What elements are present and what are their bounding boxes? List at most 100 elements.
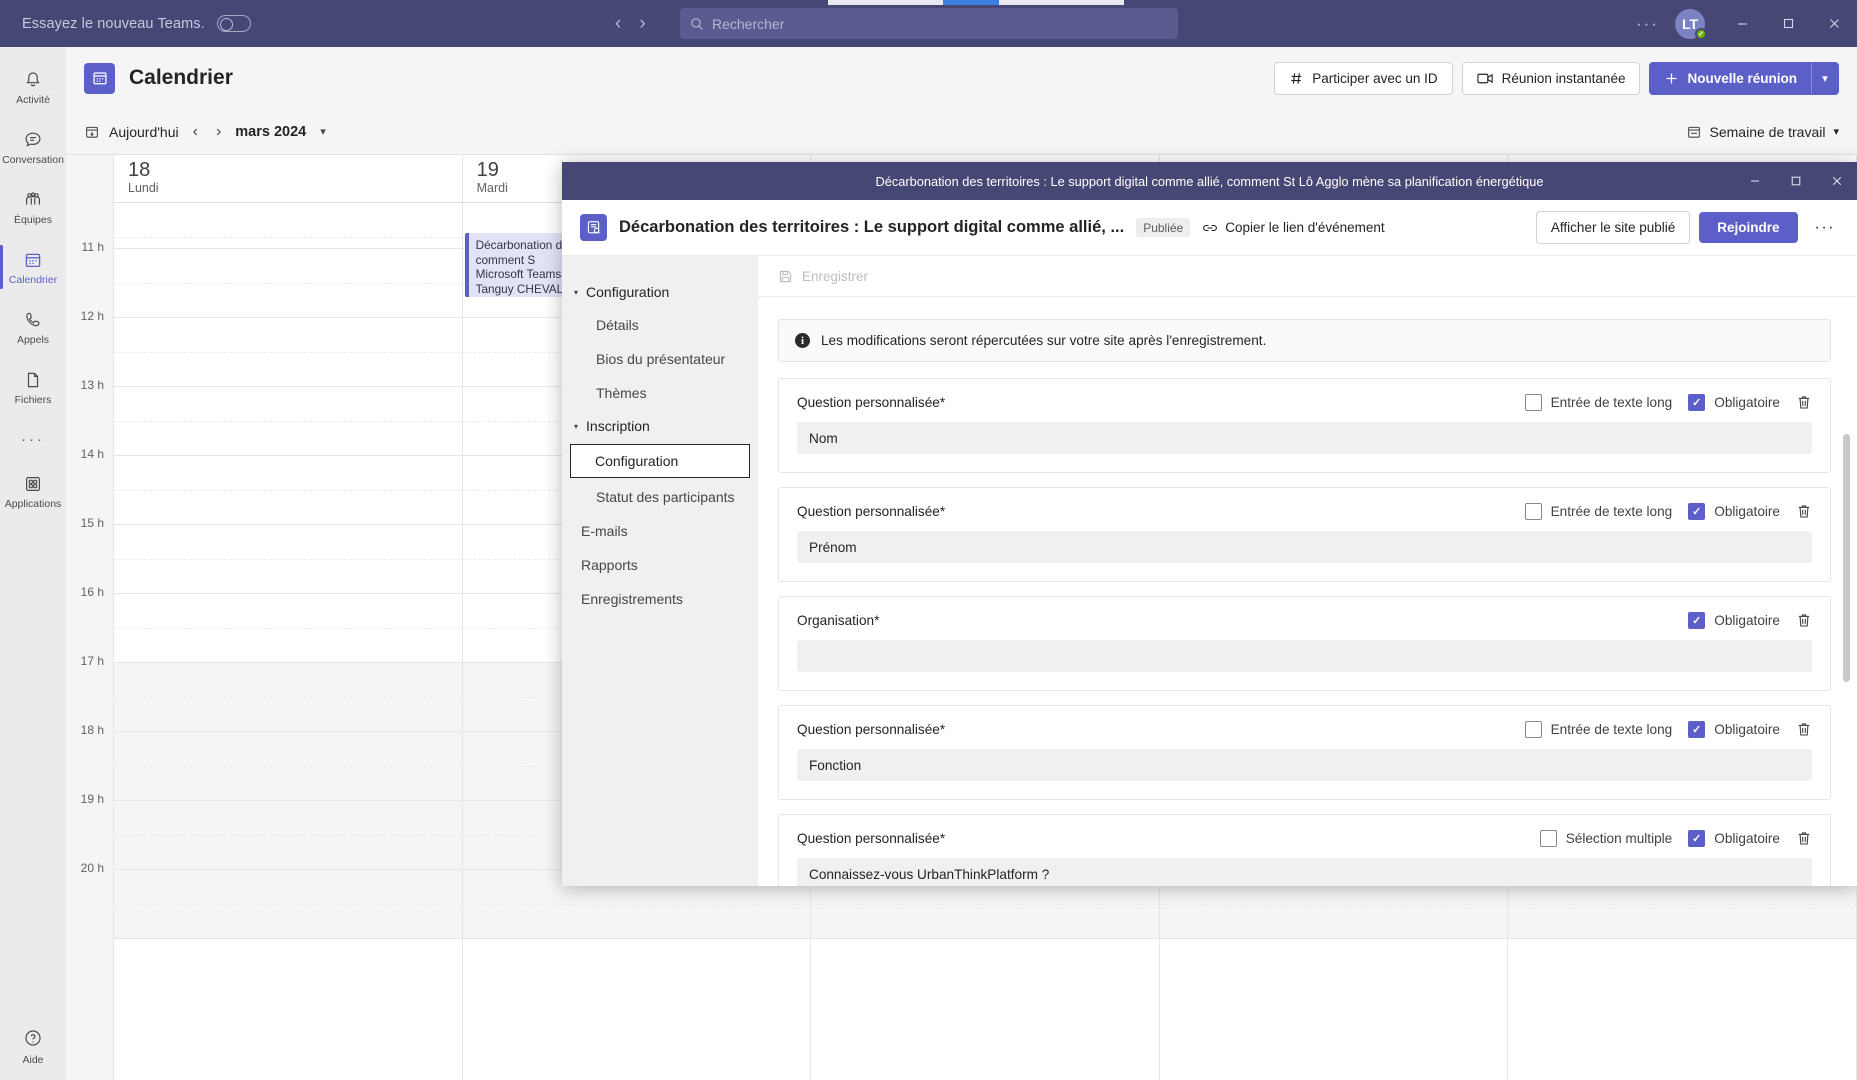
nav-item-details[interactable]: Détails bbox=[562, 308, 758, 342]
delete-question-button[interactable] bbox=[1796, 721, 1812, 738]
forward-icon[interactable]: › bbox=[639, 14, 645, 33]
sidebar-item-conversation[interactable]: Conversation bbox=[0, 117, 66, 177]
required-option[interactable]: ✓ Obligatoire bbox=[1688, 612, 1780, 629]
delete-question-button[interactable] bbox=[1796, 394, 1812, 411]
sidebar-item-label: Calendrier bbox=[9, 274, 57, 286]
required-option[interactable]: ✓ Obligatoire bbox=[1688, 830, 1780, 847]
registration-form-scroll[interactable]: i Les modifications seront répercutées s… bbox=[758, 297, 1857, 886]
nav-item-presenter-bios[interactable]: Bios du présentateur bbox=[562, 342, 758, 376]
checkbox-unchecked[interactable] bbox=[1525, 394, 1542, 411]
question-options: Entrée de texte long ✓ Obligatoire bbox=[1525, 394, 1812, 411]
long-text-option[interactable]: Entrée de texte long bbox=[1525, 721, 1673, 738]
multi-select-option[interactable]: Sélection multiple bbox=[1540, 830, 1673, 847]
checkbox-unchecked[interactable] bbox=[1525, 503, 1542, 520]
long-text-option[interactable]: Entrée de texte long bbox=[1525, 394, 1673, 411]
close-button[interactable] bbox=[1811, 0, 1857, 47]
question-value-input[interactable] bbox=[797, 640, 1812, 672]
rail-more-icon[interactable]: ··· bbox=[21, 417, 45, 461]
question-label: Question personnalisée* bbox=[797, 722, 945, 737]
question-label: Question personnalisée* bbox=[797, 395, 945, 410]
back-icon[interactable]: ‹ bbox=[615, 14, 621, 33]
required-option[interactable]: ✓ Obligatoire bbox=[1688, 503, 1780, 520]
required-option[interactable]: ✓ Obligatoire bbox=[1688, 394, 1780, 411]
nav-item-enregistrements[interactable]: Enregistrements bbox=[562, 582, 758, 616]
search-input[interactable]: Rechercher bbox=[680, 8, 1178, 39]
sidebar-item-label: Aide bbox=[22, 1054, 43, 1066]
nav-item-rapports[interactable]: Rapports bbox=[562, 548, 758, 582]
window-titlebar: Essayez le nouveau Teams. ‹ › Rechercher… bbox=[0, 0, 1857, 47]
new-meeting-button[interactable]: Nouvelle réunion bbox=[1649, 62, 1811, 95]
long-text-option[interactable]: Entrée de texte long bbox=[1525, 503, 1673, 520]
today-button[interactable]: Aujourd'hui bbox=[84, 124, 179, 140]
join-button[interactable]: Rejoindre bbox=[1699, 212, 1797, 243]
minimize-icon bbox=[1736, 17, 1749, 30]
save-label[interactable]: Enregistrer bbox=[802, 269, 868, 284]
avatar[interactable]: LT ✓ bbox=[1675, 9, 1705, 39]
required-label: Obligatoire bbox=[1714, 504, 1780, 519]
join-with-id-button[interactable]: Participer avec un ID bbox=[1274, 62, 1452, 95]
question-value-input[interactable]: Connaissez-vous UrbanThinkPlatform ? bbox=[797, 858, 1812, 886]
question-label: Question personnalisée* bbox=[797, 831, 945, 846]
hour-label: 12 h bbox=[81, 309, 104, 323]
hour-label: 14 h bbox=[81, 447, 104, 461]
nav-item-participant-status[interactable]: Statut des participants bbox=[562, 480, 758, 514]
prev-week-icon[interactable]: ‹ bbox=[193, 123, 198, 141]
sidebar-item-calendrier[interactable]: Calendrier bbox=[0, 237, 66, 297]
settings-more-icon[interactable]: ··· bbox=[1626, 14, 1669, 34]
dialog-main: Enregistrer i Les modifications seront r… bbox=[758, 256, 1857, 886]
dialog-more-icon[interactable]: ··· bbox=[1807, 219, 1843, 237]
nav-group-configuration[interactable]: ▾ Configuration bbox=[562, 276, 758, 308]
nav-group-inscription[interactable]: ▾ Inscription bbox=[562, 410, 758, 442]
join-with-id-label: Participer avec un ID bbox=[1312, 71, 1437, 86]
maximize-button[interactable] bbox=[1765, 0, 1811, 47]
copy-event-link-button[interactable]: Copier le lien d'événement bbox=[1202, 220, 1384, 235]
dialog-minimize-button[interactable] bbox=[1734, 162, 1775, 200]
new-meeting-dropdown[interactable]: ▾ bbox=[1811, 62, 1839, 95]
chevron-down-icon: ▾ bbox=[574, 288, 578, 297]
question-value-input[interactable]: Prénom bbox=[797, 531, 1812, 563]
checkbox-unchecked[interactable] bbox=[1540, 830, 1557, 847]
sidebar-item-activite[interactable]: Activité bbox=[0, 57, 66, 117]
view-icon bbox=[1686, 124, 1702, 140]
calendar-actions: Participer avec un ID Réunion instantané… bbox=[1274, 62, 1839, 95]
sidebar-item-label: Fichiers bbox=[15, 394, 52, 406]
sidebar-item-appels[interactable]: Appels bbox=[0, 297, 66, 357]
sidebar-item-aide[interactable]: Aide bbox=[0, 1028, 66, 1066]
link-icon bbox=[1202, 221, 1218, 235]
nav-item-emails[interactable]: E-mails bbox=[562, 514, 758, 548]
maximize-icon bbox=[1790, 175, 1802, 187]
dialog-close-button[interactable] bbox=[1816, 162, 1857, 200]
sidebar-item-equipes[interactable]: Équipes bbox=[0, 177, 66, 237]
view-published-site-button[interactable]: Afficher le site publié bbox=[1536, 211, 1690, 244]
delete-question-button[interactable] bbox=[1796, 612, 1812, 629]
checkbox-checked[interactable]: ✓ bbox=[1688, 830, 1705, 847]
view-picker[interactable]: Semaine de travail ▾ bbox=[1686, 124, 1839, 140]
dialog-maximize-button[interactable] bbox=[1775, 162, 1816, 200]
month-chevron-down-icon[interactable]: ▾ bbox=[320, 125, 326, 138]
chat-icon bbox=[23, 129, 43, 151]
next-week-icon[interactable]: › bbox=[216, 123, 221, 141]
content-scrollbar[interactable] bbox=[1843, 434, 1850, 682]
delete-question-button[interactable] bbox=[1796, 830, 1812, 847]
checkbox-checked[interactable]: ✓ bbox=[1688, 612, 1705, 629]
sidebar-item-fichiers[interactable]: Fichiers bbox=[0, 357, 66, 417]
teams-icon bbox=[22, 189, 44, 211]
nav-item-configuration-selected[interactable]: Configuration bbox=[570, 444, 750, 478]
checkbox-checked[interactable]: ✓ bbox=[1688, 503, 1705, 520]
instant-meeting-button[interactable]: Réunion instantanée bbox=[1462, 62, 1641, 95]
checkbox-unchecked[interactable] bbox=[1525, 721, 1542, 738]
delete-question-button[interactable] bbox=[1796, 503, 1812, 520]
page-title: Calendrier bbox=[129, 66, 233, 90]
try-new-teams-toggle[interactable] bbox=[217, 15, 251, 32]
question-value-input[interactable]: Nom bbox=[797, 422, 1812, 454]
hash-icon bbox=[1289, 71, 1304, 86]
required-option[interactable]: ✓ Obligatoire bbox=[1688, 721, 1780, 738]
checkbox-checked[interactable]: ✓ bbox=[1688, 721, 1705, 738]
nav-item-themes[interactable]: Thèmes bbox=[562, 376, 758, 410]
checkbox-checked[interactable]: ✓ bbox=[1688, 394, 1705, 411]
day-column-monday[interactable]: 18 Lundi bbox=[114, 155, 463, 1080]
sidebar-item-applications[interactable]: Applications bbox=[0, 461, 66, 521]
calendar-header: Calendrier Participer avec un ID Réunion… bbox=[66, 47, 1857, 109]
question-value-input[interactable]: Fonction bbox=[797, 749, 1812, 781]
minimize-button[interactable] bbox=[1719, 0, 1765, 47]
